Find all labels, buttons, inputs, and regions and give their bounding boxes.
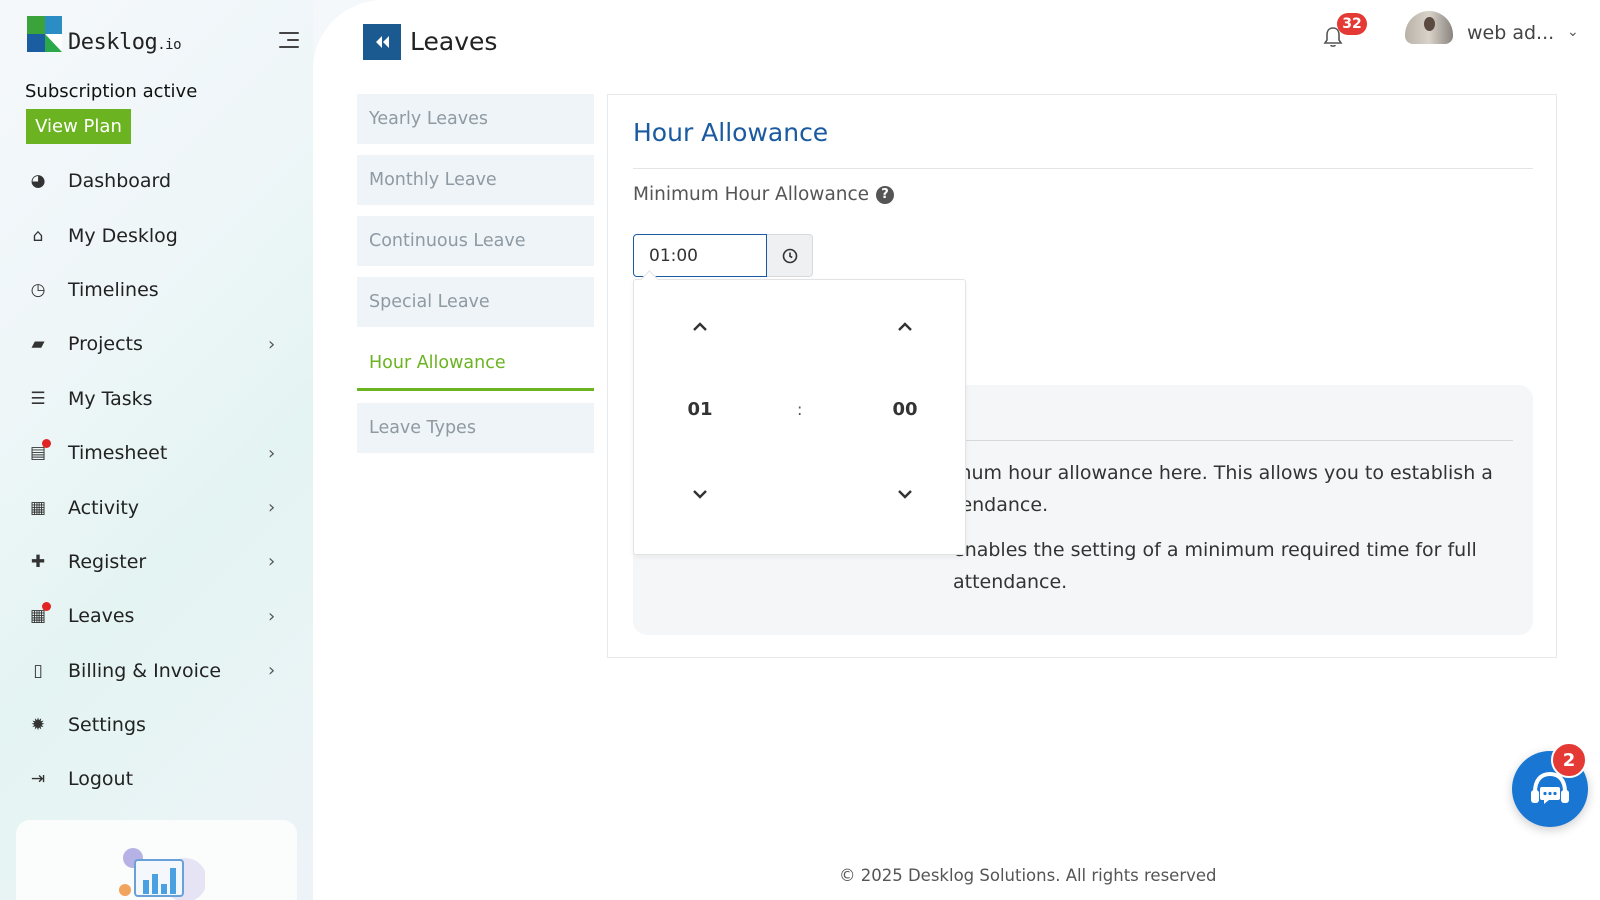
page-title: Leaves [410, 27, 498, 56]
tab-yearly-leaves[interactable]: Yearly Leaves [357, 94, 594, 144]
grid-icon: ▦ [29, 497, 47, 518]
notification-dot [42, 439, 51, 449]
sidebar-item-settings[interactable]: ✹ Settings [0, 698, 313, 752]
user-name[interactable]: web ad... [1467, 22, 1554, 44]
notification-dot [42, 602, 51, 612]
notification-badge: 32 [1337, 13, 1367, 35]
panel-title: Hour Allowance [633, 118, 829, 147]
footer-copyright: © 2025 Desklog Solutions. All rights res… [839, 866, 1217, 885]
sidebar-item-label: Projects [68, 333, 143, 356]
minute-value[interactable]: 00 [875, 399, 935, 420]
sidebar-item-label: Billing & Invoice [68, 659, 222, 682]
brand-name: Desklog.io [68, 30, 182, 55]
chevron-up-icon [693, 322, 707, 331]
tab-continuous-leave[interactable]: Continuous Leave [357, 216, 594, 266]
sidebar-item-leaves[interactable]: ▦ Leaves › [0, 589, 313, 643]
calendar-icon: ▦ [28, 602, 51, 626]
chevron-right-icon: › [268, 660, 276, 682]
tab-monthly-leave[interactable]: Monthly Leave [357, 155, 594, 205]
sidebar-item-label: Dashboard [68, 170, 172, 193]
desklog-logo[interactable]: Desklog.io [27, 16, 187, 56]
sidebar-item-timelines[interactable]: ◷ Timelines [0, 263, 313, 317]
sidebar-item-label: Settings [68, 714, 146, 737]
chevron-up-icon [898, 322, 912, 331]
view-plan-button[interactable]: View Plan [26, 109, 131, 144]
hour-increment-button[interactable] [680, 307, 720, 347]
clock-icon: ◷ [30, 279, 46, 300]
home-icon: ⌂ [32, 225, 44, 246]
sidebar-item-billing-invoice[interactable]: ▯ Billing & Invoice › [0, 644, 313, 698]
logout-icon: ⇥ [30, 769, 46, 790]
sidebar-item-label: Timesheet [68, 442, 168, 465]
time-picker: 01 : 00 [633, 279, 966, 555]
sidebar-nav: ◕ Dashboard ⌂ My Desklog ◷ Timelines ▰ Projects… [0, 154, 313, 807]
tab-special-leave[interactable]: Special Leave [357, 277, 594, 327]
tab-hour-allowance[interactable]: Hour Allowance [357, 338, 594, 391]
chevron-down-icon [693, 490, 707, 499]
menu-toggle-icon[interactable] [279, 32, 299, 48]
timesheet-icon: ▤ [28, 439, 51, 463]
chevron-right-icon: › [268, 333, 276, 355]
sidebar-item-label: Logout [68, 768, 134, 791]
sidebar-item-label: Timelines [68, 278, 159, 301]
sidebar-item-label: Register [68, 550, 147, 573]
minimum-hour-input[interactable] [633, 234, 767, 277]
tasks-icon: ☰ [30, 388, 46, 409]
minute-increment-button[interactable] [885, 307, 925, 347]
clock-icon [782, 248, 797, 263]
double-chevron-left-icon [376, 36, 389, 48]
sidebar-item-activity[interactable]: ▦ Activity › [0, 480, 313, 534]
sidebar-item-dashboard[interactable]: ◕ Dashboard [0, 154, 313, 208]
sidebar-item-my-tasks[interactable]: ☰ My Tasks [0, 372, 313, 426]
tab-leave-types[interactable]: Leave Types [357, 403, 594, 453]
clock-button[interactable] [767, 234, 813, 277]
sidebar-item-register[interactable]: ✚ Register › [0, 535, 313, 589]
promo-card [16, 820, 297, 900]
sidebar-item-label: Leaves [68, 605, 135, 628]
divider [633, 168, 1533, 169]
sidebar-item-projects[interactable]: ▰ Projects › [0, 317, 313, 371]
logo-mark [27, 16, 45, 34]
chevron-down-icon[interactable]: ⌄ [1567, 24, 1579, 40]
analytics-illustration-icon [119, 848, 205, 900]
field-label: Minimum Hour Allowance ? [633, 184, 895, 205]
book-icon: ▰ [31, 334, 45, 355]
minute-decrement-button[interactable] [885, 474, 925, 514]
sidebar-item-timesheet[interactable]: ▤ Timesheet › [0, 426, 313, 480]
leave-settings-menu: Yearly Leaves Monthly Leave Continuous Lea… [357, 94, 594, 464]
sidebar-item-my-desklog[interactable]: ⌂ My Desklog [0, 208, 313, 262]
sidebar-item-label: My Desklog [68, 224, 178, 247]
hour-decrement-button[interactable] [680, 474, 720, 514]
gear-icon: ✹ [30, 715, 46, 736]
time-separator: : [797, 400, 803, 419]
chevron-right-icon: › [268, 605, 276, 627]
sidebar: Desklog.io Subscription active View Plan… [0, 0, 313, 900]
hour-value[interactable]: 01 [670, 399, 730, 420]
chevron-right-icon: › [268, 497, 276, 519]
chevron-right-icon: › [268, 551, 276, 573]
chevron-right-icon: › [268, 442, 276, 464]
divider [958, 440, 1513, 441]
invoice-icon: ▯ [33, 660, 43, 681]
sidebar-item-label: My Tasks [68, 387, 153, 410]
back-button[interactable] [363, 24, 401, 60]
dashboard-icon: ◕ [30, 171, 46, 192]
chat-badge: 2 [1551, 742, 1587, 778]
sidebar-item-label: Activity [68, 496, 140, 519]
help-icon[interactable]: ? [876, 185, 895, 204]
sidebar-item-logout[interactable]: ⇥ Logout [0, 752, 313, 806]
plus-icon: ✚ [30, 551, 46, 572]
subscription-status: Subscription active [25, 81, 198, 102]
chevron-down-icon [898, 490, 912, 499]
